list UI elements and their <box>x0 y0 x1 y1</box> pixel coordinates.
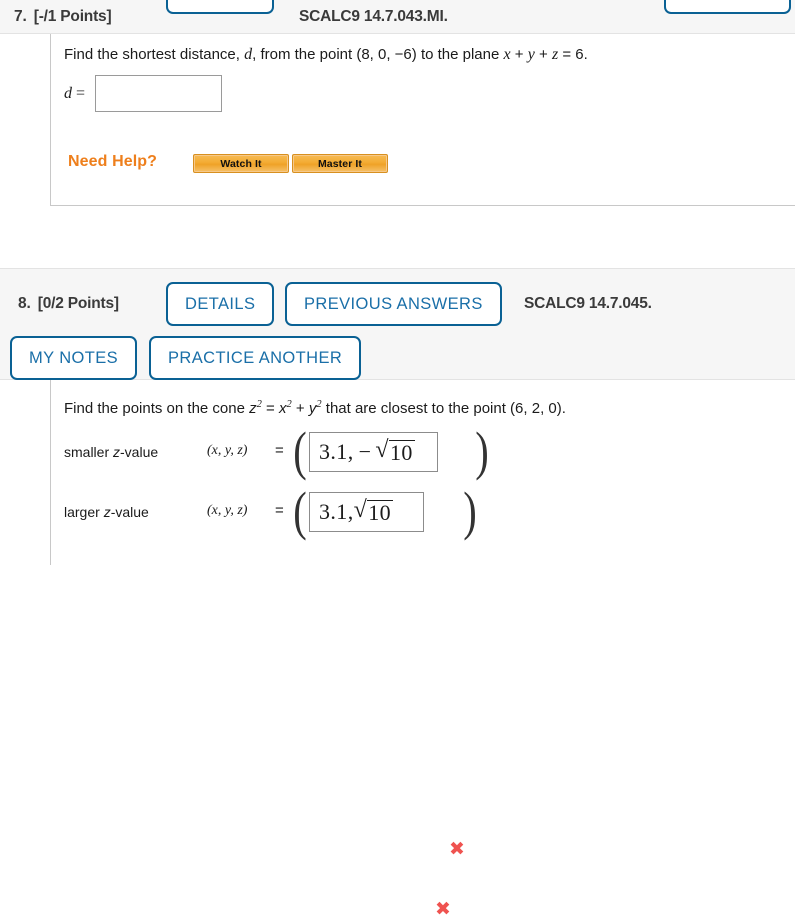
q8-stmt-tail: that are closest to the point (6, 2, 0). <box>321 400 566 417</box>
question-7-need-help-label: Need Help? <box>68 153 158 170</box>
larger-z-value-label: larger z-value <box>64 504 149 520</box>
question-8-code-wrap: SCALC9 14.7.045. <box>524 291 652 317</box>
question-7-answer-label: d = <box>64 85 85 103</box>
question-7-answer-input[interactable] <box>95 75 222 112</box>
smaller-z-answer-input[interactable]: 3.1, − √ 10 <box>309 432 438 472</box>
larger-z-label-var: z <box>103 504 111 520</box>
smaller-z-label-var: z <box>113 444 121 460</box>
question-8-practice-another-button[interactable]: PRACTICE ANOTHER <box>149 336 362 380</box>
question-8-points: [0/2 Points] <box>37 295 119 312</box>
question-7-details-button[interactable]: DETAILS <box>166 0 275 14</box>
question-8-body: Find the points on the cone z2 = x2 + y2… <box>50 380 795 919</box>
question-7-header-row: 7. [-/1 Points] <box>14 0 112 34</box>
assignment-page: 7. [-/1 Points] DETAILS SCALC9 14.7.043.… <box>0 0 795 919</box>
q8-stmt-var-x: x <box>279 400 287 417</box>
smaller-z-tuple: (x, y, z) <box>207 443 247 459</box>
question-7-statement: Find the shortest distance, d, from the … <box>64 45 588 64</box>
larger-z-radical-icon: √ <box>353 497 368 524</box>
larger-z-tuple-text: (x, y, z) <box>207 503 248 518</box>
question-7-my-notes-button[interactable]: MY NOTES <box>664 0 792 14</box>
smaller-z-sqrt: √ 10 <box>375 437 415 466</box>
question-7-code-wrap: SCALC9 14.7.043.MI. <box>299 0 448 34</box>
question-8-statement: Find the points on the cone z2 = x2 + y2… <box>64 399 566 418</box>
smaller-z-equals: = <box>275 442 284 459</box>
q7-stmt-tail: = 6. <box>558 46 588 63</box>
question-7-code: SCALC9 14.7.043.MI. <box>299 8 448 25</box>
larger-z-label-pre: larger <box>64 504 104 520</box>
question-7-points: [-/1 Points] <box>33 8 112 25</box>
question-8-header: 8. [0/2 Points] DETAILS PREVIOUS ANSWERS… <box>0 268 795 380</box>
question-8-code: SCALC9 14.7.045. <box>524 295 652 312</box>
question-7-body: Find the shortest distance, d, from the … <box>50 34 795 206</box>
q8-stmt-var-z: z <box>249 400 257 417</box>
smaller-z-label-post: -value <box>120 444 159 460</box>
q7-stmt-var-y: y <box>527 46 535 63</box>
smaller-z-value-number: 3.1, <box>319 439 354 464</box>
q7-answer-eq: = <box>72 85 86 102</box>
larger-z-equals: = <box>275 502 284 519</box>
larger-z-sqrt: √ 10 <box>353 497 393 526</box>
larger-z-answer-input[interactable]: 3.1, √ 10 <box>309 492 424 532</box>
smaller-z-open-paren: ( <box>293 421 307 481</box>
q7-stmt-mid: , from the point (8, 0, −6) to the plane <box>252 46 504 63</box>
question-7-header: 7. [-/1 Points] DETAILS SCALC9 14.7.043.… <box>0 0 795 34</box>
q8-stmt-plus: + <box>291 400 309 417</box>
q8-stmt-eq: = <box>261 400 279 417</box>
question-8-number: 8. <box>18 295 31 312</box>
q7-answer-var: d <box>64 85 72 102</box>
larger-z-open-paren: ( <box>293 481 307 541</box>
larger-z-radicand: 10 <box>367 500 393 526</box>
q8-stmt-lead: Find the points on the cone <box>64 400 250 417</box>
larger-z-incorrect-icon: ✖ <box>435 898 451 920</box>
question-7-number: 7. <box>14 8 27 25</box>
question-8-my-notes-button[interactable]: MY NOTES <box>10 336 138 380</box>
q7-stmt-var-d: d <box>244 46 253 63</box>
smaller-z-close-paren: ) <box>475 421 489 481</box>
watch-it-button[interactable]: Watch It <box>193 154 289 173</box>
larger-z-label-post: -value <box>110 504 149 520</box>
smaller-z-label-pre: smaller <box>64 444 114 460</box>
q7-stmt-plus1: + <box>510 46 528 63</box>
question-8-header-row: 8. [0/2 Points] <box>18 291 119 317</box>
q7-stmt-lead: Find the shortest distance, <box>64 46 245 63</box>
smaller-z-tuple-text: (x, y, z) <box>207 443 248 458</box>
question-8-previous-answers-button[interactable]: PREVIOUS ANSWERS <box>285 282 502 326</box>
larger-z-value-number: 3.1, <box>319 499 354 524</box>
smaller-z-incorrect-icon: ✖ <box>449 838 465 860</box>
larger-z-close-paren: ) <box>463 481 477 541</box>
larger-z-tuple: (x, y, z) <box>207 503 247 519</box>
smaller-z-value-sign: − <box>358 439 372 464</box>
smaller-z-radical-icon: √ <box>375 437 389 464</box>
smaller-z-radicand: 10 <box>389 440 415 466</box>
q7-stmt-plus2: + <box>534 46 552 63</box>
q7-stmt-var-x: x <box>503 46 511 63</box>
master-it-button[interactable]: Master It <box>292 154 388 173</box>
question-8-details-button[interactable]: DETAILS <box>166 282 275 326</box>
smaller-z-value-label: smaller z-value <box>64 444 158 460</box>
